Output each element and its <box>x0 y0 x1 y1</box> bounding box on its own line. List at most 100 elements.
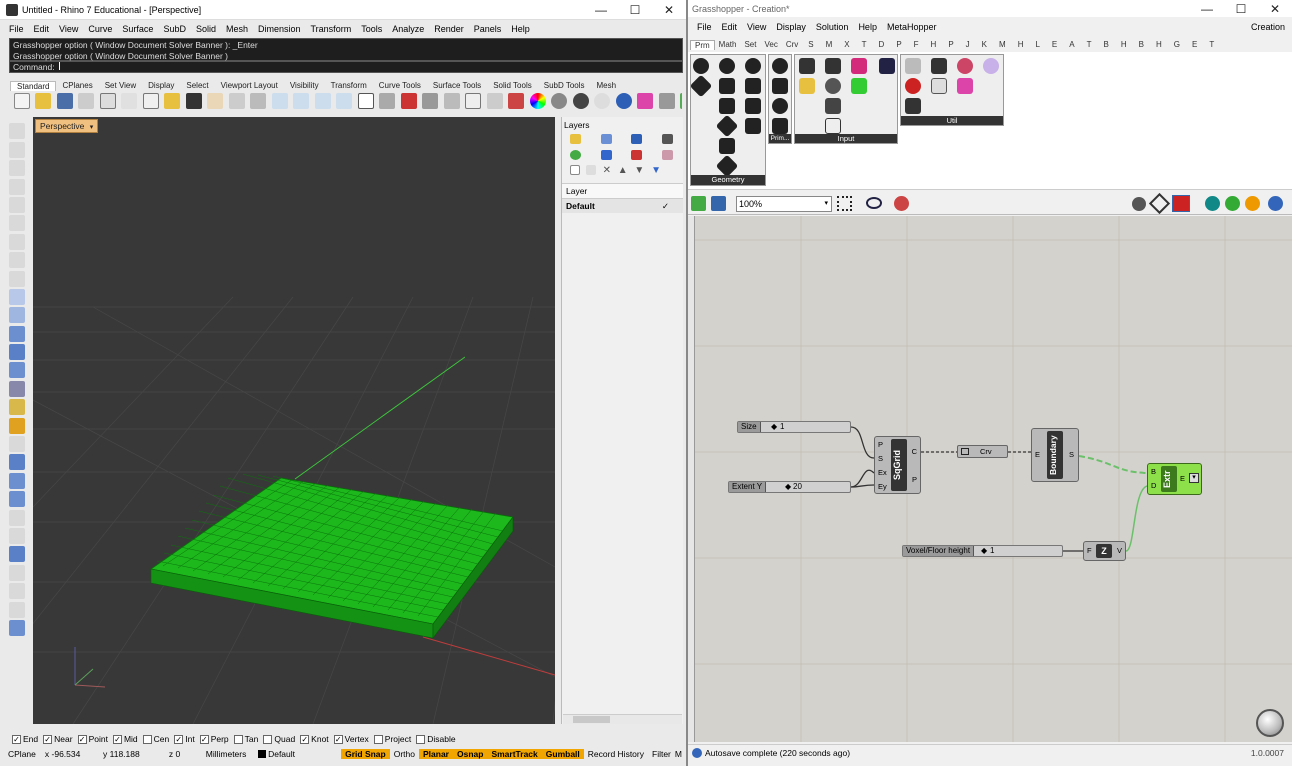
viewport-title-tab[interactable]: Perspective ▾ <box>35 119 99 133</box>
arrow-right-icon[interactable] <box>931 58 947 74</box>
gh-tab-h4[interactable]: H <box>1150 40 1168 49</box>
bell-icon[interactable] <box>631 133 643 144</box>
box-param-icon[interactable] <box>715 154 739 178</box>
gh-tab-b2[interactable]: B <box>1133 40 1150 49</box>
sphere-preview-icon[interactable] <box>1268 196 1283 211</box>
menu-render[interactable]: Render <box>429 24 469 34</box>
value-list-icon[interactable] <box>825 118 841 134</box>
sqgrid-input-p[interactable]: P <box>878 440 883 449</box>
gh-menu-view[interactable]: View <box>742 22 771 32</box>
menu-solid[interactable]: Solid <box>191 24 221 34</box>
gumball-toggle[interactable]: Gumball <box>541 748 584 759</box>
menu-view[interactable]: View <box>54 24 83 34</box>
color-wheel-icon[interactable] <box>529 93 546 109</box>
grid-snap-toggle[interactable]: Grid Snap <box>341 748 390 759</box>
menu-dimension[interactable]: Dimension <box>253 24 306 34</box>
layer-row-default[interactable]: Default ✓ <box>562 199 683 213</box>
menu-edit[interactable]: Edit <box>29 24 55 34</box>
extrude-output-icon[interactable]: ▾ <box>1189 473 1199 483</box>
unit-z-component[interactable]: F Z V <box>1083 541 1126 561</box>
extrude-input-d[interactable]: D <box>1151 481 1156 490</box>
properties-icon[interactable] <box>600 133 612 144</box>
current-layer[interactable]: Default <box>254 749 341 759</box>
gh-menu-help[interactable]: Help <box>853 22 882 32</box>
gh-tab-m2[interactable]: M <box>993 40 1012 49</box>
sketch-icon[interactable] <box>894 196 909 211</box>
open-file-icon[interactable] <box>691 196 706 211</box>
sqgrid-output-p[interactable]: P <box>912 475 917 484</box>
field-param-icon[interactable] <box>745 118 761 134</box>
extrude-component[interactable]: B D Extr E ▾ <box>1147 463 1202 495</box>
polyline-icon[interactable] <box>9 160 25 177</box>
cherry-icon[interactable] <box>905 78 921 94</box>
point-param-icon[interactable] <box>693 58 709 74</box>
camera-icon[interactable] <box>661 133 673 144</box>
gh-tab-h2[interactable]: H <box>1012 40 1030 49</box>
transform-icon[interactable] <box>9 417 25 434</box>
gh-maximize-button[interactable]: ☐ <box>1224 2 1258 16</box>
tab-standard[interactable]: Standard <box>10 80 57 91</box>
sphere-icon[interactable] <box>551 93 568 109</box>
smarttrack-toggle[interactable]: SmartTrack <box>487 748 542 759</box>
tab-viewport-layout[interactable]: Viewport Layout <box>215 81 284 90</box>
menu-file[interactable]: File <box>4 24 29 34</box>
gh-tab-a[interactable]: A <box>1063 40 1080 49</box>
edit-points-icon[interactable] <box>9 436 25 453</box>
osnap-vertex[interactable]: ✓ Vertex <box>333 734 369 744</box>
circle-icon[interactable] <box>9 196 25 213</box>
circle-param-icon[interactable] <box>689 74 713 98</box>
tab-cplanes[interactable]: CPlanes <box>56 81 98 90</box>
units-label[interactable]: Millimeters <box>202 749 254 759</box>
solid-icon[interactable] <box>9 344 25 361</box>
ortho-toggle[interactable]: Ortho <box>390 749 419 759</box>
gh-tab-e1[interactable]: E <box>1046 40 1063 49</box>
unit-z-output-v[interactable]: V <box>1117 546 1122 555</box>
integer-param-icon[interactable] <box>772 78 788 94</box>
gh-tab-surface[interactable]: S <box>802 40 819 49</box>
select-icon[interactable] <box>443 93 460 109</box>
osnap-tan[interactable]: Tan <box>233 734 258 744</box>
rotate-view-icon[interactable] <box>250 93 267 109</box>
zoom-icon[interactable] <box>271 93 288 109</box>
join-icon[interactable] <box>9 527 25 544</box>
mesh-param-icon[interactable] <box>745 98 761 114</box>
shield-icon[interactable] <box>631 149 643 160</box>
filter-toggle[interactable]: Filter <box>648 749 675 759</box>
grasshopper-icon[interactable] <box>680 93 682 109</box>
menu-panels[interactable]: Panels <box>469 24 507 34</box>
analyze-icon[interactable] <box>9 619 25 636</box>
sqgrid-input-s[interactable]: S <box>878 454 883 463</box>
gh-tab-transform[interactable]: T <box>856 40 873 49</box>
dimension-left-icon[interactable] <box>9 564 25 581</box>
gh-tab-maths[interactable]: Math <box>715 40 741 49</box>
globe-icon[interactable] <box>615 93 632 109</box>
osnap-disable[interactable]: Disable <box>416 734 456 744</box>
menu-curve[interactable]: Curve <box>83 24 117 34</box>
extrude-input-b[interactable]: B <box>1151 467 1156 476</box>
render-preview-icon[interactable] <box>1245 196 1260 211</box>
gh-tab-e2[interactable]: E <box>1186 40 1203 49</box>
canvas-navigation-widget[interactable] <box>1256 709 1284 737</box>
folder-icon[interactable] <box>570 133 581 144</box>
gh-tab-g[interactable]: G <box>1168 40 1186 49</box>
gear-icon[interactable] <box>9 399 25 416</box>
gh-tab-k[interactable]: K <box>976 40 993 49</box>
gh-menu-solution[interactable]: Solution <box>811 22 854 32</box>
record-history-toggle[interactable]: Record History <box>584 749 648 759</box>
floor-height-slider-knob[interactable]: ◆ <box>981 546 987 556</box>
extent-y-slider[interactable]: Extent Y ◆ 20 <box>728 481 851 493</box>
brep-param-icon[interactable] <box>745 78 761 94</box>
gh-tab-t2[interactable]: T <box>1081 40 1098 49</box>
curve-param[interactable]: Crv <box>957 445 1008 458</box>
osnap-end[interactable]: ✓ End <box>12 734 38 744</box>
tab-select[interactable]: Select <box>180 81 214 90</box>
gh-canvas[interactable]: Size ◆ 1 Extent Y ◆ 20 Voxel/Floor heigh… <box>694 216 1292 742</box>
filter-icon[interactable]: ▼ <box>651 165 661 176</box>
history-icon[interactable] <box>9 601 25 618</box>
zoom-window-icon[interactable] <box>293 93 310 109</box>
unit-z-input-f[interactable]: F <box>1087 546 1092 555</box>
fractal-icon[interactable] <box>957 58 973 74</box>
cplane-icon[interactable] <box>379 93 396 109</box>
layers-scrollbar[interactable] <box>563 714 682 724</box>
mesh-icon[interactable] <box>9 380 25 397</box>
